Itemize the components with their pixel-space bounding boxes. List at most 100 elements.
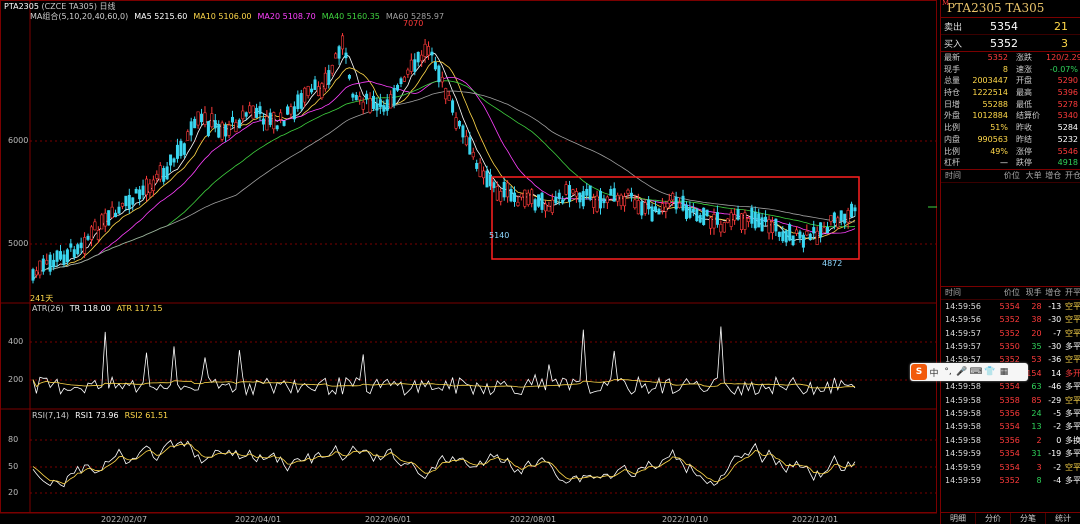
low-annotation: 4872 bbox=[822, 259, 843, 268]
ask-row[interactable]: 卖出 5354 21 bbox=[941, 18, 1080, 35]
tick-price: 5354 bbox=[999, 449, 1020, 459]
candle-body bbox=[598, 190, 602, 209]
symbol-label: PTA2305 bbox=[4, 2, 39, 11]
candle-body bbox=[805, 230, 809, 236]
stat-label: 最低 bbox=[1016, 99, 1032, 109]
tab-0[interactable]: 明细 bbox=[941, 513, 976, 524]
candle-body bbox=[499, 191, 503, 202]
candle-body bbox=[746, 218, 750, 222]
candle-body bbox=[626, 189, 630, 194]
tick-row: 14:59:59 5354 31 -19 多平 bbox=[941, 447, 1080, 460]
candle-body bbox=[275, 125, 279, 130]
tab-3[interactable]: 统计 bbox=[1046, 513, 1080, 524]
legend-item: MA40 5160.35 bbox=[321, 12, 380, 21]
candle-body bbox=[41, 258, 45, 272]
tick-row: 14:59:58 5354 13 -2 多平 bbox=[941, 420, 1080, 433]
candle-body bbox=[93, 221, 97, 231]
candle-body bbox=[750, 207, 754, 224]
legend-item: MA组合(5,10,20,40,60,0) bbox=[30, 12, 129, 21]
tick-vol: 20 bbox=[1031, 328, 1042, 338]
candle-body bbox=[729, 212, 733, 227]
chart-area[interactable]: PTA2305 (CZCE TA305) 日线 MA组合(5,10,20,40,… bbox=[0, 0, 938, 524]
candle-body bbox=[836, 217, 840, 228]
stat-row: 外盘 1012884 结算价 5340 bbox=[941, 110, 1080, 122]
candle-body bbox=[230, 116, 234, 123]
tab-2[interactable]: 分笔 bbox=[1011, 513, 1046, 524]
candle-body bbox=[595, 195, 599, 212]
stat-label: 现手 bbox=[944, 64, 960, 74]
stat-value: 2003447 bbox=[972, 76, 1008, 86]
tick-price: 5358 bbox=[999, 395, 1020, 405]
column-header: 价位 bbox=[1003, 287, 1020, 297]
column-header: 价位 bbox=[1003, 170, 1020, 180]
tick-type: 空平 bbox=[1064, 355, 1080, 365]
microphone-icon[interactable]: 🎤 bbox=[955, 367, 969, 377]
candle-body bbox=[516, 201, 520, 207]
candle-body bbox=[764, 216, 768, 223]
stat-label: 最新 bbox=[944, 53, 960, 62]
ime-toolbar[interactable]: S 中 °, 🎤 ⌨ 👕 ▦ bbox=[910, 363, 1028, 381]
candle-body bbox=[141, 185, 145, 196]
candle-body bbox=[62, 254, 66, 265]
ime-lang-toggle[interactable]: 中 bbox=[927, 366, 941, 379]
tick-oi: -13 bbox=[1048, 301, 1062, 311]
stat-value: 5396 bbox=[1057, 88, 1078, 98]
toolbox-icon[interactable]: ▦ bbox=[997, 367, 1011, 377]
punctuation-icon[interactable]: °, bbox=[941, 367, 955, 377]
candle-body bbox=[110, 206, 114, 218]
legend-item: TR 118.00 bbox=[69, 304, 111, 313]
tick-row: 14:59:58 5356 2 0 多换 bbox=[941, 434, 1080, 447]
tick-oi: -30 bbox=[1048, 342, 1062, 352]
candle-body bbox=[485, 170, 489, 188]
candle-body bbox=[684, 204, 688, 219]
candle-body bbox=[330, 64, 334, 74]
tick-price: 5350 bbox=[999, 342, 1020, 352]
tick-type: 空平 bbox=[1064, 395, 1080, 405]
stat-value: 5278 bbox=[1057, 99, 1078, 109]
tick-time: 14:59:59 bbox=[945, 475, 981, 485]
candle-body bbox=[344, 52, 348, 59]
big-order-list[interactable] bbox=[941, 183, 1080, 287]
candle-body bbox=[777, 231, 781, 237]
tab-1[interactable]: 分价 bbox=[976, 513, 1011, 524]
candle-body bbox=[255, 107, 259, 118]
stat-label: 昨结 bbox=[1016, 134, 1032, 144]
tick-oi: -7 bbox=[1053, 328, 1062, 338]
column-header: 增仓 bbox=[1045, 287, 1062, 297]
rsi-tick-20: 20 bbox=[8, 488, 19, 497]
candle-body bbox=[502, 181, 506, 198]
ime-logo-icon[interactable]: S bbox=[911, 364, 927, 380]
ma40-line bbox=[32, 80, 856, 281]
rsi1-line bbox=[32, 439, 856, 488]
candle-body bbox=[537, 194, 541, 207]
candle-body bbox=[619, 194, 623, 206]
bid-label: 买入 bbox=[944, 39, 963, 50]
menu-marker-icon[interactable]: M bbox=[942, 0, 949, 12]
candle-body bbox=[227, 124, 231, 136]
tick-type: 空平 bbox=[1064, 301, 1080, 311]
candle-body bbox=[753, 211, 757, 229]
skin-icon[interactable]: 👕 bbox=[983, 367, 997, 377]
candle-body bbox=[114, 212, 118, 218]
price-tick-6000: 6000 bbox=[8, 136, 29, 145]
candle-body bbox=[289, 106, 293, 115]
tick-price: 5352 bbox=[999, 475, 1020, 485]
bid-row[interactable]: 买入 5352 3 bbox=[941, 35, 1080, 52]
keyboard-icon[interactable]: ⌨ bbox=[969, 367, 983, 377]
candle-body bbox=[361, 101, 365, 110]
tick-list[interactable]: 14:59:56 5354 28 -13 空平 14:59:56 5352 38 -30 空平 14… bbox=[941, 300, 1080, 487]
tick-type: 多平 bbox=[1064, 449, 1080, 459]
candle-body bbox=[605, 196, 609, 203]
stat-row: 持仓 1222514 最高 5396 bbox=[941, 87, 1080, 99]
candle-body bbox=[513, 192, 517, 202]
candle-body bbox=[801, 234, 805, 248]
candle-body bbox=[423, 43, 427, 57]
candle-body bbox=[224, 124, 228, 137]
tick-row: 14:59:56 5354 28 -13 空平 bbox=[941, 300, 1080, 313]
tick-header: 时间 价位 现手 增仓 开平 bbox=[941, 287, 1080, 300]
tick-time: 14:59:57 bbox=[945, 342, 981, 352]
tick-type: 多平 bbox=[1064, 409, 1080, 418]
candle-body bbox=[354, 94, 358, 101]
tick-type: 多开 bbox=[1064, 368, 1080, 378]
chart-canvas[interactable] bbox=[0, 0, 938, 524]
